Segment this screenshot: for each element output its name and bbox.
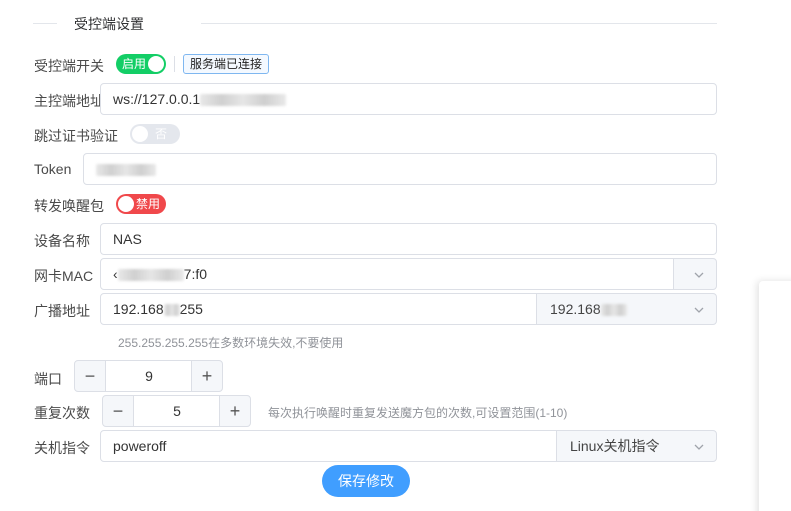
skip-cert-label: 跳过证书验证 [34, 128, 118, 144]
forward-wake-switch[interactable]: 禁用 [116, 194, 166, 214]
switch-knob [148, 56, 164, 72]
shutdown-label: 关机指令 [34, 440, 90, 456]
controlled-switch[interactable]: 启用 [116, 54, 166, 74]
redacted-text [200, 94, 287, 107]
nic-mac-input[interactable]: ‹ 7:f0 [100, 258, 674, 290]
shutdown-command-select[interactable]: Linux关机指令 [556, 430, 717, 462]
repeat-increment-button[interactable]: + [219, 395, 251, 427]
token-input[interactable] [83, 153, 717, 185]
switch-text: 禁用 [136, 197, 161, 211]
repeat-label: 重复次数 [34, 405, 90, 421]
master-address-label: 主控端地址 [34, 93, 104, 109]
device-name-value: NAS [113, 231, 142, 247]
device-name-label: 设备名称 [34, 233, 90, 249]
section-header: 受控端设置 [33, 12, 717, 34]
broadcast-hint: 255.255.255.255在多数环境失效,不要使用 [118, 336, 344, 350]
port-input[interactable]: 9 [106, 360, 192, 392]
divider [174, 56, 175, 72]
device-name-input[interactable]: NAS [100, 223, 717, 255]
redacted-text [600, 304, 627, 317]
switch-text: 否 [155, 127, 168, 141]
mac-prefix: ‹ [113, 266, 118, 282]
token-label: Token [34, 161, 72, 177]
mac-suffix: 7:f0 [183, 266, 208, 282]
divider [201, 23, 717, 24]
broadcast-input[interactable]: 192.168 255 [100, 293, 537, 325]
repeat-decrement-button[interactable]: − [102, 395, 134, 427]
redacted-text [117, 269, 184, 282]
port-decrement-button[interactable]: − [74, 360, 106, 392]
master-address-value: ws://127.0.0.1 [113, 91, 201, 107]
divider [33, 23, 57, 24]
port-increment-button[interactable]: + [191, 360, 223, 392]
port-label: 端口 [34, 371, 62, 387]
switch-knob [132, 126, 148, 142]
switch-text: 启用 [122, 57, 147, 71]
redacted-text [96, 164, 156, 177]
shutdown-command-input[interactable]: poweroff [100, 430, 557, 462]
shutdown-command-value: poweroff [113, 438, 167, 454]
save-button[interactable]: 保存修改 [322, 465, 410, 497]
shutdown-select-value: Linux关机指令 [570, 438, 660, 454]
switch-knob [118, 196, 134, 212]
broadcast-suffix: 255 [179, 301, 203, 317]
broadcast-select-value: 192.168 [550, 301, 601, 317]
broadcast-label: 广播地址 [34, 303, 90, 319]
repeat-hint: 每次执行唤醒时重复发送魔方包的次数,可设置范围(1-10) [268, 406, 568, 420]
chevron-down-icon [694, 272, 704, 278]
section-title: 受控端设置 [74, 16, 144, 32]
chevron-down-icon [694, 307, 704, 313]
side-panel [759, 281, 791, 511]
broadcast-prefix: 192.168 [113, 301, 164, 317]
forward-wake-label: 转发唤醒包 [34, 198, 104, 214]
redacted-text [163, 304, 180, 317]
nic-mac-label: 网卡MAC [34, 268, 94, 284]
master-address-input[interactable]: ws://127.0.0.1 [100, 83, 717, 115]
broadcast-select[interactable]: 192.168 [536, 293, 717, 325]
skip-cert-switch[interactable]: 否 [130, 124, 180, 144]
nic-mac-dropdown[interactable] [673, 258, 717, 290]
server-status-tag: 服务端已连接 [183, 54, 270, 74]
controlled-switch-label: 受控端开关 [34, 58, 104, 74]
repeat-input[interactable]: 5 [134, 395, 220, 427]
chevron-down-icon [694, 444, 704, 450]
